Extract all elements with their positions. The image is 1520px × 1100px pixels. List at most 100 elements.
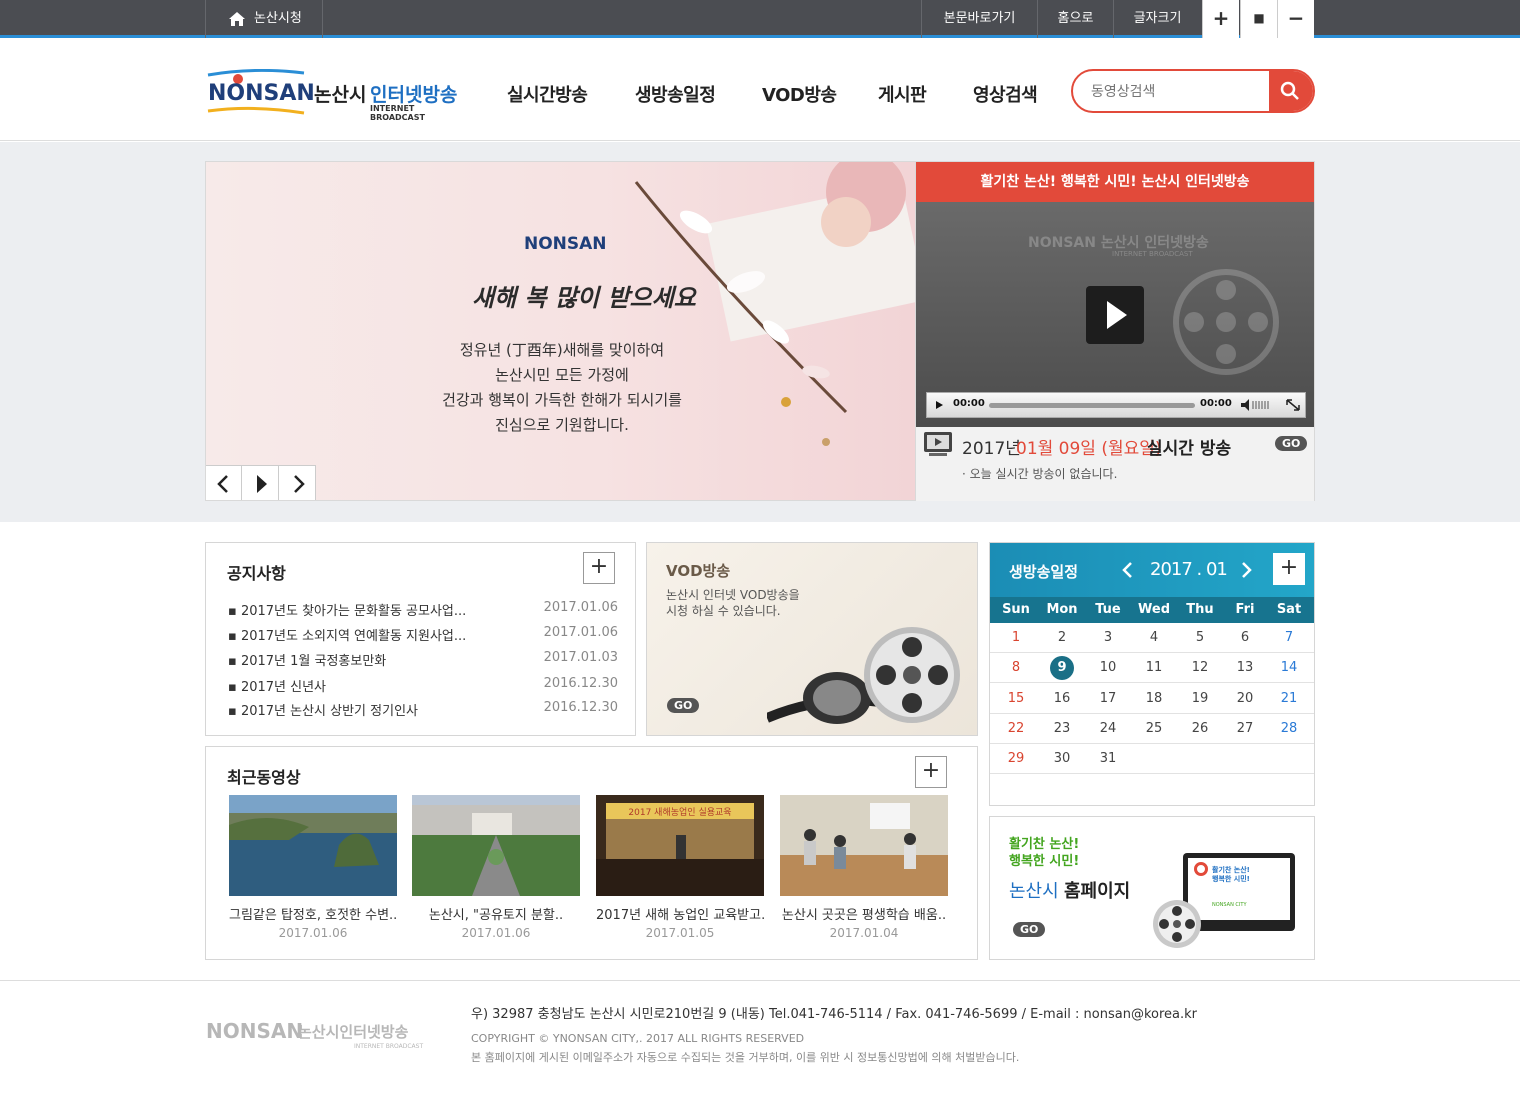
vod-desc: 논산시 인터넷 VOD방송을 시청 하실 수 있습니다. bbox=[666, 587, 800, 619]
homepage-go-button[interactable]: GO bbox=[1013, 922, 1046, 937]
footer-address: 우) 32987 충청남도 논산시 시민로210번길 9 (내동) Tel.04… bbox=[471, 1007, 1197, 1022]
calendar-day[interactable]: 22 bbox=[993, 714, 1039, 744]
font-increase-button[interactable]: + bbox=[1202, 0, 1239, 38]
calendar-day[interactable]: 19 bbox=[1177, 684, 1223, 714]
list-item[interactable]: ▪ 2017년도 찾아가는 문화활동 공모사업... 2017.01.06 bbox=[228, 600, 618, 625]
list-item[interactable]: ▪ 2017년 신년사 2016.12.30 bbox=[228, 676, 618, 701]
recent-more-button[interactable]: + bbox=[915, 756, 947, 788]
calendar-day[interactable]: 2 bbox=[1039, 623, 1085, 653]
monitor-text-line: 행복한 시민! bbox=[1212, 875, 1250, 883]
nav-vod[interactable]: VOD방송 bbox=[762, 81, 837, 107]
calendar-day[interactable]: 13 bbox=[1222, 653, 1268, 683]
site-logo[interactable]: NONSAN 논산시 인터넷방송 INTERNET BROADCAST bbox=[204, 69, 464, 122]
slide-line: 건강과 행복이 가득한 한해가 되시기를 bbox=[442, 391, 682, 409]
font-reset-button[interactable]: ■ bbox=[1240, 0, 1277, 38]
video-card[interactable]: 논산시 곳곳은 평생학습 배움.. 2017.01.04 bbox=[780, 795, 948, 940]
nav-schedule[interactable]: 생방송일정 bbox=[635, 81, 716, 107]
nav-video-search[interactable]: 영상검색 bbox=[973, 81, 1038, 107]
calendar-day[interactable]: 9 bbox=[1050, 656, 1074, 681]
calendar-day[interactable]: 18 bbox=[1131, 684, 1177, 714]
search-button[interactable] bbox=[1269, 71, 1313, 111]
calendar-day[interactable]: 31 bbox=[1085, 744, 1131, 774]
calendar-day[interactable]: 8 bbox=[993, 653, 1039, 683]
notice-item-title: 2017년 논산시 상반기 정기인사 bbox=[240, 704, 418, 719]
calendar-week-row: 22 23 24 25 26 27 28 bbox=[990, 714, 1314, 744]
calendar-day[interactable]: 11 bbox=[1131, 653, 1177, 683]
font-size-text: 글자크기 bbox=[1133, 11, 1182, 26]
notice-more-button[interactable]: + bbox=[583, 552, 615, 584]
video-title: 2017년 새해 농업인 교육받고.. bbox=[596, 908, 764, 923]
search-input[interactable] bbox=[1091, 71, 1271, 111]
weekday-label: Sun bbox=[1002, 602, 1030, 617]
calendar-day[interactable]: 14 bbox=[1266, 653, 1312, 683]
notice-item-date: 2017.01.06 bbox=[543, 625, 618, 640]
seek-bar[interactable] bbox=[989, 403, 1195, 408]
slider-prev-button[interactable] bbox=[206, 466, 242, 500]
logo-subtitle: INTERNET BROADCAST bbox=[370, 104, 425, 122]
play-icon bbox=[257, 475, 267, 493]
video-thumbnail bbox=[780, 795, 948, 896]
notice-title: 공지사항 bbox=[227, 564, 286, 583]
calendar-day[interactable]: 27 bbox=[1222, 714, 1268, 744]
home-label: 홈으로 bbox=[1057, 11, 1094, 26]
big-play-button[interactable] bbox=[1086, 286, 1144, 344]
list-item[interactable]: ▪ 2017년 논산시 상반기 정기인사 2016.12.30 bbox=[228, 700, 618, 725]
calendar-day[interactable]: 6 bbox=[1222, 623, 1268, 653]
chevron-right-icon[interactable] bbox=[1236, 558, 1256, 582]
slider-next-button[interactable] bbox=[280, 466, 316, 500]
video-card[interactable]: 논산시, "공유토지 분할.. 2017.01.06 bbox=[412, 795, 580, 940]
calendar-day[interactable]: 5 bbox=[1177, 623, 1223, 653]
calendar-day[interactable]: 25 bbox=[1131, 714, 1177, 744]
homepage-banner[interactable]: 활기찬 논산! 행복한 시민! 논산시 홈페이지 GO 활기찬 논산! 행복한 … bbox=[989, 816, 1315, 960]
fullscreen-icon[interactable] bbox=[1283, 393, 1303, 417]
video-date: 2017.01.04 bbox=[829, 926, 899, 940]
calendar-week-row: 29 30 31 bbox=[990, 744, 1314, 775]
chevron-right-icon bbox=[294, 475, 305, 493]
vod-go-button[interactable]: GO bbox=[667, 698, 700, 713]
calendar-day[interactable]: 21 bbox=[1266, 684, 1312, 714]
calendar-day[interactable]: 10 bbox=[1085, 653, 1131, 683]
calendar-day[interactable]: 24 bbox=[1085, 714, 1131, 744]
font-decrease-button[interactable]: − bbox=[1277, 0, 1314, 38]
calendar-day[interactable]: 30 bbox=[1039, 744, 1085, 774]
list-item[interactable]: ▪ 2017년도 소외지역 연예활동 지원사업... 2017.01.06 bbox=[228, 625, 618, 650]
player-banner: 활기찬 논산! 행복한 시민! 논산시 인터넷방송 bbox=[916, 162, 1314, 202]
live-go-button[interactable]: GO bbox=[1275, 436, 1308, 451]
play-small-icon[interactable] bbox=[929, 393, 949, 417]
slide-message: 정유년 (丁酉年)새해를 맞이하여 논산시민 모든 가정에 건강과 행복이 가득… bbox=[412, 338, 712, 438]
calendar-day[interactable]: 23 bbox=[1039, 714, 1085, 744]
calendar-day[interactable]: 7 bbox=[1266, 623, 1312, 653]
calendar-day[interactable]: 16 bbox=[1039, 684, 1085, 714]
calendar-day[interactable]: 3 bbox=[1085, 623, 1131, 653]
calendar-week-row: 1234567 bbox=[990, 623, 1314, 653]
list-item[interactable]: ▪ 2017년 1월 국정홍보만화 2017.01.03 bbox=[228, 650, 618, 675]
city-hall-link[interactable]: 논산시청 bbox=[205, 0, 323, 38]
calendar-day[interactable]: 28 bbox=[1266, 714, 1312, 744]
video-card[interactable]: 그림같은 탑정호, 호젓한 수변.. 2017.01.06 bbox=[229, 795, 397, 940]
calendar-day[interactable]: 29 bbox=[993, 744, 1039, 774]
video-card[interactable]: 2017 새해농업인 실용교육 2017년 새해 농업인 교육받고.. 2017… bbox=[596, 795, 764, 940]
home-link[interactable]: 홈으로 bbox=[1037, 0, 1113, 38]
calendar-day[interactable]: 4 bbox=[1131, 623, 1177, 653]
live-info: 2017년 01월 09일 (월요일) 실시간 방송 GO · 오늘 실시간 방… bbox=[916, 427, 1314, 501]
calendar-day[interactable]: 1 bbox=[993, 623, 1039, 653]
nav-live[interactable]: 실시간방송 bbox=[507, 81, 588, 107]
vod-panel[interactable]: VOD방송 논산시 인터넷 VOD방송을 시청 하실 수 있습니다. GO bbox=[646, 542, 978, 736]
calendar-more-button[interactable]: + bbox=[1273, 553, 1305, 585]
skip-to-content-link[interactable]: 본문바로가기 bbox=[921, 0, 1037, 38]
calendar-day[interactable]: 12 bbox=[1177, 653, 1223, 683]
volume-icon[interactable] bbox=[1239, 393, 1275, 417]
vod-desc-line: 시청 하실 수 있습니다. bbox=[666, 604, 781, 618]
slider-play-button[interactable] bbox=[243, 466, 279, 500]
calendar-day[interactable]: 15 bbox=[993, 684, 1039, 714]
search-icon bbox=[1280, 81, 1299, 100]
player-watermark-sub: INTERNET BROADCAST bbox=[1112, 250, 1193, 258]
chevron-left-icon[interactable] bbox=[1118, 558, 1138, 582]
calendar-day[interactable]: 26 bbox=[1177, 714, 1223, 744]
footer-copyright: COPYRIGHT © YNONSAN CITY,. 2017 ALL RIGH… bbox=[471, 1032, 805, 1045]
notice-item-title: 2017년도 소외지역 연예활동 지원사업... bbox=[240, 629, 467, 644]
calendar-day[interactable]: 17 bbox=[1085, 684, 1131, 714]
calendar-day[interactable]: 20 bbox=[1222, 684, 1268, 714]
player-watermark: NONSAN 논산시 인터넷방송 bbox=[1028, 235, 1209, 251]
nav-board[interactable]: 게시판 bbox=[878, 81, 927, 107]
